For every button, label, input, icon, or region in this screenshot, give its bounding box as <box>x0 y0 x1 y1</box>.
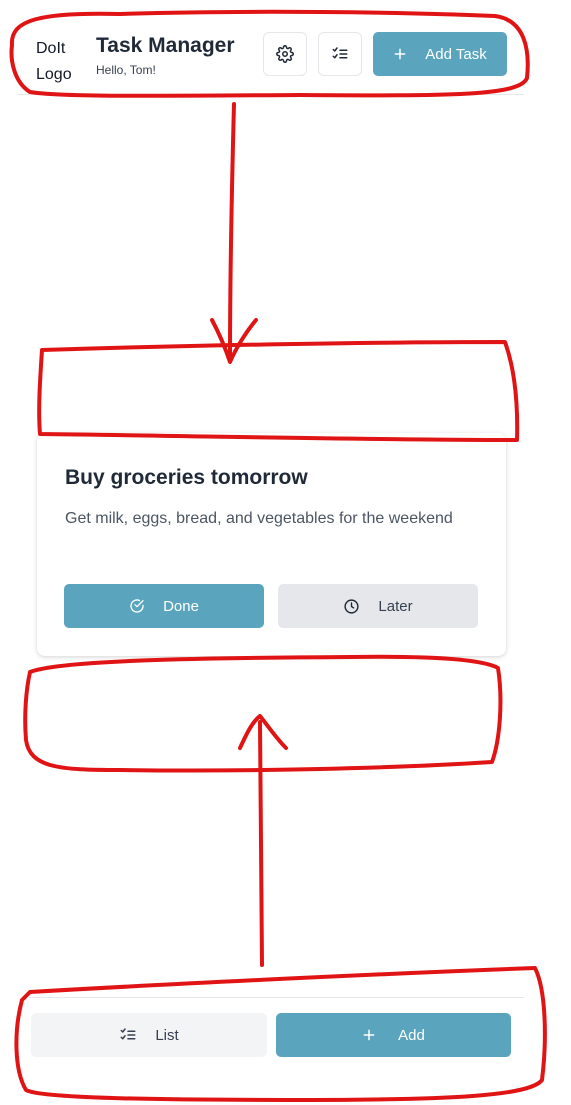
task-manager-screen: DoIt Logo Task Manager Hello, Tom! Add T… <box>0 0 571 1105</box>
upper-placeholder-annotation <box>37 340 520 442</box>
down-arrow-annotation <box>228 102 236 362</box>
footer-divider <box>30 997 524 998</box>
checklist-icon <box>331 45 349 63</box>
up-arrow-annotation <box>258 720 264 967</box>
task-list-button[interactable] <box>318 32 362 76</box>
app-header: DoIt Logo Task Manager Hello, Tom! Add T… <box>18 22 524 95</box>
task-title: Buy groceries tomorrow <box>65 466 308 489</box>
greeting-text: Hello, Tom! <box>96 63 156 77</box>
check-circle-icon <box>129 598 145 614</box>
footer-list-button[interactable]: List <box>31 1013 267 1057</box>
task-description: Get milk, eggs, bread, and vegetables fo… <box>65 510 453 527</box>
up-arrowhead-annotation <box>238 714 288 750</box>
clock-icon <box>343 598 360 615</box>
settings-button[interactable] <box>263 32 307 76</box>
gear-icon <box>276 45 294 63</box>
add-task-label: Add Task <box>425 45 487 63</box>
later-label: Later <box>378 597 413 615</box>
down-arrowhead-annotation <box>210 318 258 364</box>
plus-icon <box>362 1028 376 1042</box>
task-card: Buy groceries tomorrow Get milk, eggs, b… <box>37 433 506 656</box>
lower-placeholder-annotation <box>23 654 503 773</box>
footer-add-label: Add <box>398 1026 425 1044</box>
later-button[interactable]: Later <box>278 584 478 628</box>
done-label: Done <box>163 597 199 615</box>
done-button[interactable]: Done <box>64 584 264 628</box>
app-logo[interactable]: DoIt Logo <box>36 36 84 88</box>
add-task-button[interactable]: Add Task <box>373 32 507 76</box>
plus-icon <box>393 47 407 61</box>
footer-list-label: List <box>155 1026 179 1044</box>
footer-add-button[interactable]: Add <box>276 1013 511 1057</box>
page-title: Task Manager <box>96 34 235 57</box>
checklist-icon <box>119 1026 137 1044</box>
